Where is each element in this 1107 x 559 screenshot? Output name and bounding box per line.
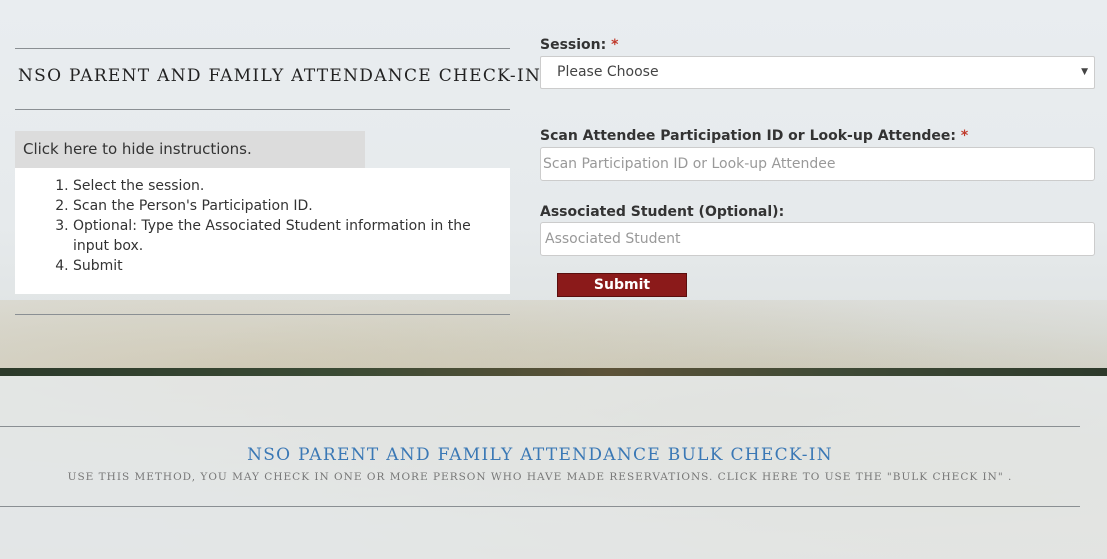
instruction-item: Optional: Type the Associated Student in… bbox=[73, 216, 503, 256]
required-marker: * bbox=[960, 128, 969, 144]
bulk-checkin-title: NSO PARENT AND FAMILY ATTENDANCE BULK CH… bbox=[247, 445, 833, 465]
bulk-section bbox=[0, 376, 1107, 559]
instructions-panel: Select the session. Scan the Person's Pa… bbox=[15, 168, 510, 294]
scan-attendee-label: Scan Attendee Participation ID or Look-u… bbox=[540, 128, 968, 144]
instruction-item: Scan the Person's Participation ID. bbox=[73, 196, 503, 216]
bulk-checkin-link[interactable]: USE THIS METHOD, YOU MAY CHECK IN ONE OR… bbox=[0, 471, 1080, 483]
session-label: Session: * bbox=[540, 37, 618, 53]
divider bbox=[15, 314, 510, 315]
scan-attendee-label-text: Scan Attendee Participation ID or Look-u… bbox=[540, 128, 957, 144]
background-dark-band bbox=[0, 368, 1107, 376]
session-label-text: Session: bbox=[540, 37, 607, 53]
submit-button[interactable]: Submit bbox=[557, 273, 687, 297]
session-select-value: Please Choose bbox=[557, 64, 659, 80]
page-title: NSO PARENT AND FAMILY ATTENDANCE CHECK-I… bbox=[18, 66, 542, 86]
instructions-list: Select the session. Scan the Person's Pa… bbox=[15, 176, 503, 276]
divider bbox=[15, 48, 510, 49]
associated-student-input[interactable] bbox=[540, 222, 1095, 256]
divider bbox=[0, 506, 1080, 507]
dropdown-arrow-icon: ▼ bbox=[1081, 67, 1088, 77]
divider bbox=[0, 426, 1080, 427]
associated-student-label: Associated Student (Optional): bbox=[540, 204, 785, 220]
divider bbox=[15, 109, 510, 110]
instruction-item: Submit bbox=[73, 256, 503, 276]
participation-id-input[interactable] bbox=[540, 147, 1095, 181]
required-marker: * bbox=[611, 37, 619, 53]
hide-instructions-toggle[interactable]: Click here to hide instructions. bbox=[15, 131, 365, 168]
session-select[interactable]: Please Choose ▼ bbox=[540, 56, 1095, 89]
instruction-item: Select the session. bbox=[73, 176, 503, 196]
